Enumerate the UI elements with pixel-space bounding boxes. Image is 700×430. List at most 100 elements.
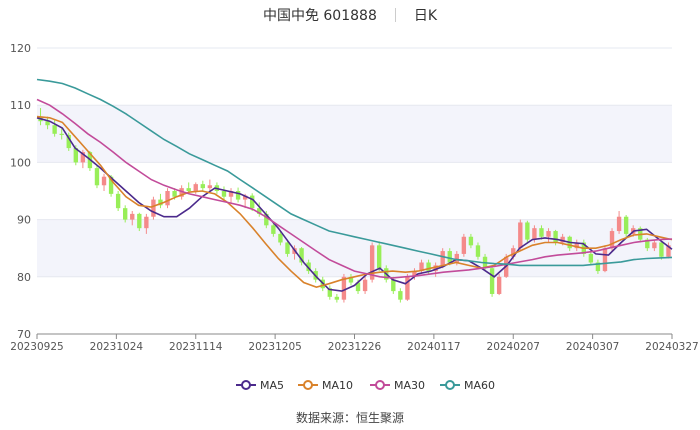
x-tick-label: 20231024 — [90, 341, 144, 353]
candle-body — [496, 276, 502, 294]
legend-item-ma30: MA30 — [370, 379, 425, 392]
candle — [398, 288, 403, 303]
candle — [207, 179, 213, 191]
candle-body — [221, 191, 227, 197]
chart-svg: 70 80 90 100 110 120 20230925 20231024 20231114 2… — [10, 42, 699, 392]
x-tick-label: 20240307 — [566, 341, 619, 353]
legend-label: MA5 — [260, 379, 284, 392]
y-tick-label: 110 — [10, 99, 31, 112]
candle-body — [165, 191, 170, 206]
candle — [623, 215, 629, 237]
candle — [115, 191, 121, 212]
candlestick-chart: 中国中免 601888 日K 70 80 90 100 110 120 20230925 20… — [0, 0, 700, 426]
data-source: 数据来源：恒生聚源 — [295, 411, 404, 425]
candle-body — [398, 291, 403, 300]
candle-body — [137, 213, 142, 229]
candle-body — [652, 242, 657, 249]
candle-body — [115, 193, 121, 209]
candle-body — [250, 195, 255, 209]
candle — [200, 180, 205, 191]
legend-item-ma10: MA10 — [298, 379, 353, 392]
candle — [228, 188, 234, 203]
candle — [496, 273, 502, 296]
legend-marker — [303, 380, 313, 390]
period-label: 日K — [413, 8, 438, 24]
chart-title: 中国中免 601888 日K — [0, 4, 700, 26]
candle — [165, 188, 170, 209]
grid-band — [37, 105, 672, 163]
candle — [369, 242, 375, 283]
candle — [461, 233, 467, 257]
candle-body — [391, 279, 396, 292]
candle — [94, 165, 100, 189]
candle-body — [334, 296, 340, 300]
x-tick-label: 20240327 — [645, 341, 698, 353]
x-tick-label: 20231205 — [248, 341, 301, 353]
candle-body — [609, 231, 615, 249]
candle — [235, 187, 241, 203]
candle-body — [285, 242, 290, 254]
y-tick-label: 100 — [10, 156, 31, 169]
candle-body — [616, 216, 622, 232]
candle-body — [151, 199, 156, 217]
legend-item-ma60: MA60 — [440, 379, 495, 392]
candle-body — [271, 225, 276, 234]
candle-body — [101, 176, 107, 186]
candle-body — [602, 248, 608, 272]
candle-body — [518, 222, 523, 249]
legend-marker — [375, 380, 385, 390]
legend-item-ma5: MA5 — [236, 379, 284, 392]
candle-body — [553, 231, 558, 243]
candle-body — [52, 125, 57, 134]
candle-body — [59, 133, 64, 135]
x-tick-label: 20231114 — [169, 341, 223, 353]
candle-body — [525, 222, 530, 240]
x-tick-label: 20230925 — [10, 341, 63, 353]
candle-body — [186, 188, 191, 191]
candle-body — [489, 268, 495, 294]
candle-body — [623, 216, 629, 234]
candle-body — [475, 245, 481, 257]
candle — [489, 265, 495, 297]
title-separator — [394, 8, 396, 22]
stock-title: 中国中免 601888 — [262, 8, 377, 24]
candle — [151, 196, 156, 220]
candle — [101, 173, 107, 191]
candle-body — [200, 184, 205, 189]
x-tick-label: 20240117 — [407, 341, 460, 353]
candle — [616, 211, 622, 234]
legend-label: MA30 — [394, 379, 425, 392]
candle — [405, 273, 410, 301]
candle — [525, 220, 530, 243]
y-tick-label: 70 — [17, 328, 31, 341]
candle-body — [172, 191, 177, 197]
candle-body — [207, 185, 213, 189]
candle-body — [461, 236, 467, 254]
candle-body — [362, 279, 368, 292]
candle-body — [144, 216, 149, 229]
candle-body — [539, 228, 544, 237]
candle-body — [278, 233, 283, 243]
candle-body — [94, 168, 100, 186]
candle-body — [123, 208, 128, 220]
candle-body — [546, 231, 551, 237]
candle-body — [532, 228, 537, 240]
candle-body — [130, 213, 135, 220]
x-tick-label: 20231226 — [328, 341, 382, 353]
candle — [221, 186, 227, 200]
candle-body — [193, 184, 198, 191]
candle-body — [440, 251, 445, 266]
candle-body — [588, 253, 594, 263]
legend-label: MA10 — [322, 379, 353, 392]
candle-body — [377, 245, 382, 269]
y-tick-label: 120 — [10, 42, 31, 55]
candle-body — [454, 253, 459, 263]
candle — [334, 293, 340, 303]
y-tick-label: 80 — [17, 271, 31, 284]
legend-label: MA60 — [464, 379, 495, 392]
candle-body — [659, 242, 664, 257]
legend-marker — [241, 380, 251, 390]
candle-body — [468, 236, 474, 246]
candle-body — [447, 251, 452, 263]
y-tick-label: 90 — [17, 214, 31, 227]
